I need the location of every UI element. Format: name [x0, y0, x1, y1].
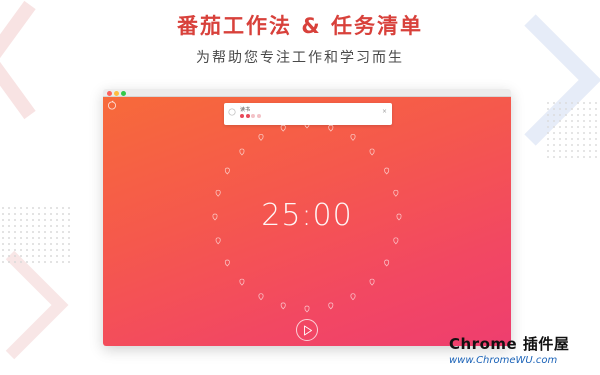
timer-tick-mark	[393, 237, 399, 245]
watermark-url: www.ChromeWU.com	[449, 355, 558, 366]
decorative-chevron-bottom-left	[5, 250, 69, 360]
timer-tick-mark	[328, 124, 334, 132]
timer-tick-mark	[393, 189, 399, 197]
timer-tick-mark	[215, 237, 221, 245]
timer-tick-mark	[224, 259, 230, 267]
decorative-dot-grid-right	[545, 100, 600, 160]
timer-tick-mark	[350, 293, 356, 301]
timer-tick-mark	[280, 124, 286, 132]
watermark-brand: Chrome 插件屋	[449, 335, 570, 353]
page-subtitle: 为帮助您专注工作和学习而生	[196, 50, 404, 66]
play-icon	[304, 325, 312, 336]
timer-tick-mark	[239, 148, 245, 156]
timer-tick-mark	[328, 302, 334, 310]
timer-tick-mark	[350, 133, 356, 141]
timer-tick-mark	[369, 148, 375, 156]
timer-tick-mark	[258, 293, 264, 301]
window-minimize-button[interactable]	[114, 90, 119, 96]
timer-tick-mark	[215, 189, 221, 197]
timer-display: 25:00	[261, 198, 353, 233]
timer-tick-mark	[224, 167, 230, 175]
timer-canvas: 读书 × 25:00	[103, 97, 511, 346]
timer-tick-mark	[258, 133, 264, 141]
timer-tick-mark	[304, 305, 310, 313]
page-title: 番茄工作法 & 任务清单	[177, 14, 423, 38]
timer-tick-mark	[280, 302, 286, 310]
window-titlebar	[103, 89, 511, 97]
decorative-dot-grid-left	[0, 205, 70, 265]
window-close-button[interactable]	[107, 90, 112, 96]
timer-tick-mark	[384, 167, 390, 175]
timer-tick-mark	[239, 278, 245, 286]
timer-tick-mark	[304, 121, 310, 129]
watermark: Chrome 插件屋 www.ChromeWU.com	[441, 333, 591, 373]
app-window: 读书 × 25:00	[103, 89, 511, 346]
window-zoom-button[interactable]	[121, 90, 126, 96]
play-button[interactable]	[296, 319, 318, 341]
timer-tick-mark	[384, 259, 390, 267]
timer-tick-mark	[369, 278, 375, 286]
